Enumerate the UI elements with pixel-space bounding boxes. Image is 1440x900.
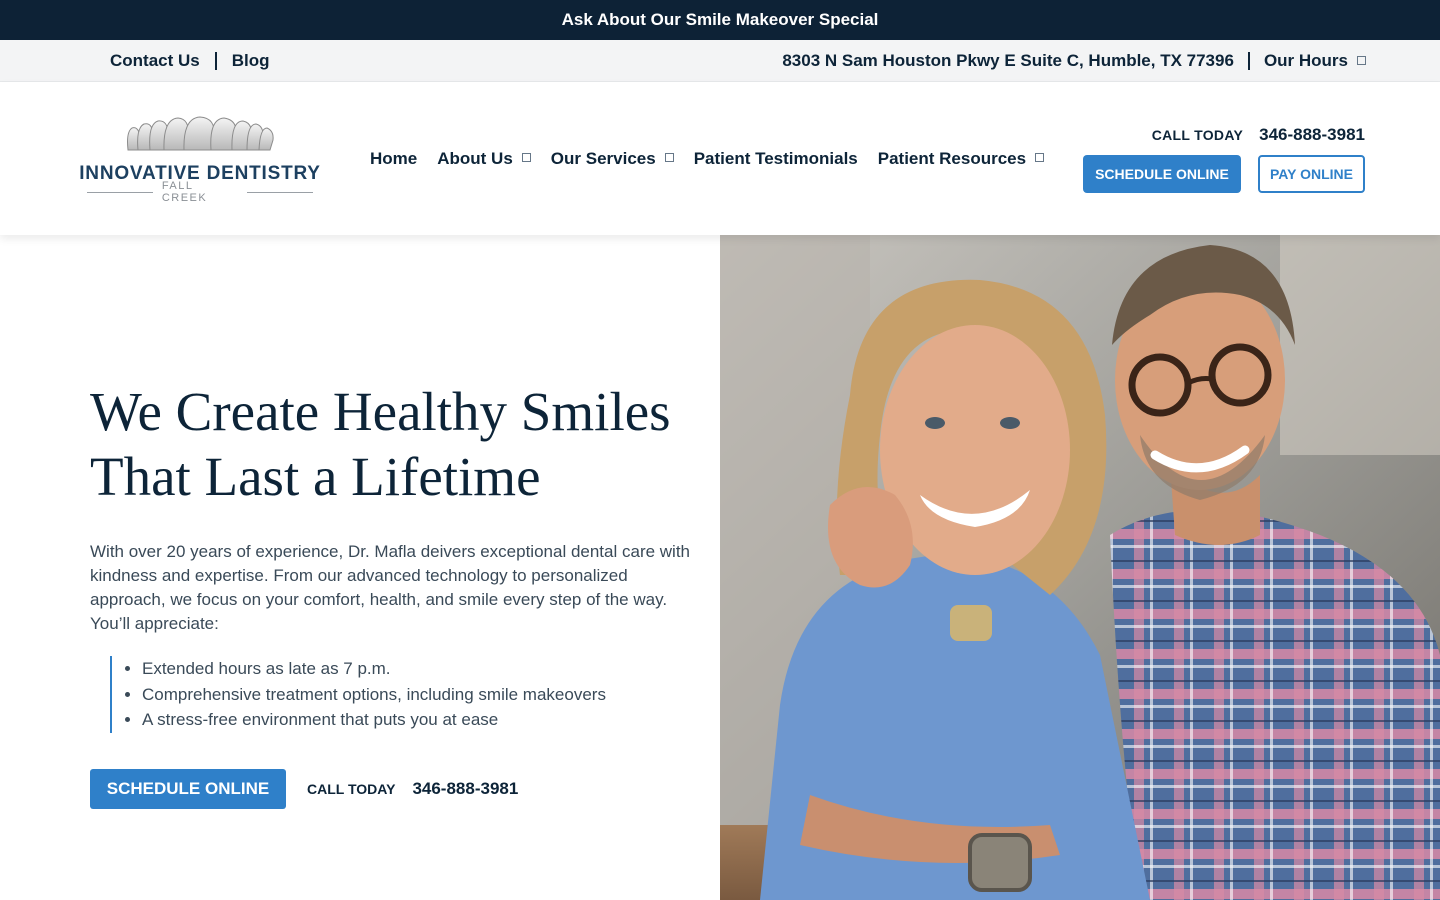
- utility-links: Contact Us Blog: [110, 40, 270, 82]
- logo-subtitle: FALL CREEK: [161, 180, 208, 204]
- list-item: Extended hours as late as 7 p.m.: [142, 656, 670, 682]
- nav-item-about-us[interactable]: About Us: [437, 149, 531, 169]
- chevron-down-icon: [1357, 56, 1366, 65]
- nav-item-home[interactable]: Home: [370, 149, 417, 169]
- hero-phone-link[interactable]: 346-888-3981: [412, 779, 518, 799]
- list-item: Comprehensive treatment options, includi…: [142, 682, 670, 708]
- header-call-row: CALL TODAY 346-888-3981: [1152, 125, 1365, 145]
- header-cta: CALL TODAY 346-888-3981 SCHEDULE ONLINE …: [1083, 82, 1365, 235]
- divider: [87, 191, 153, 193]
- hero-title: We Create Healthy Smiles That Last a Lif…: [90, 379, 710, 509]
- site-logo[interactable]: INNOVATIVE DENTISTRY FALL CREEK: [78, 116, 322, 204]
- hero-call-today-label: CALL TODAY: [307, 781, 396, 797]
- divider: [1247, 52, 1250, 70]
- contact-us-link[interactable]: Contact Us: [110, 51, 200, 71]
- call-today-label: CALL TODAY: [1151, 127, 1244, 143]
- hero-cta: SCHEDULE ONLINE CALL TODAY 346-888-3981: [90, 769, 518, 809]
- hero-content: We Create Healthy Smiles That Last a Lif…: [0, 235, 720, 900]
- utility-info: 8303 N Sam Houston Pkwy E Suite C, Humbl…: [782, 40, 1366, 82]
- nav-item-patient-testimonials[interactable]: Patient Testimonials: [694, 149, 858, 169]
- nav-item-label: About Us: [437, 148, 513, 168]
- chevron-down-icon: [1035, 153, 1045, 162]
- hero-schedule-online-button[interactable]: SCHEDULE ONLINE: [90, 769, 286, 809]
- site-header: INNOVATIVE DENTISTRY FALL CREEK Home Abo…: [0, 82, 1440, 235]
- blog-link[interactable]: Blog: [232, 51, 270, 71]
- main-nav: Home About Us Our Services Patient Testi…: [370, 82, 1064, 235]
- nav-item-label: Patient Testimonials: [693, 148, 858, 168]
- nav-item-label: Our Services: [550, 148, 656, 168]
- hero-title-line-1: We Create Healthy Smiles: [90, 381, 671, 442]
- hero-couple-photo: [720, 235, 1440, 900]
- nav-item-patient-resources[interactable]: Patient Resources: [877, 148, 1045, 169]
- logo-subtitle-row: FALL CREEK: [78, 180, 322, 204]
- promo-banner[interactable]: Ask About Our Smile Makeover Special: [0, 0, 1440, 40]
- our-hours-label: Our Hours: [1263, 51, 1348, 70]
- hero-description: With over 20 years of experience, Dr. Ma…: [90, 542, 691, 633]
- schedule-online-button[interactable]: SCHEDULE ONLINE: [1083, 155, 1241, 193]
- phone-link[interactable]: 346-888-3981: [1259, 125, 1365, 145]
- divider: [214, 52, 217, 70]
- teeth-logo-icon: [127, 116, 274, 151]
- nav-item-label: Patient Resources: [877, 148, 1027, 168]
- smiling-couple-illustration: [720, 235, 1440, 900]
- nav-item-our-services[interactable]: Our Services: [551, 149, 674, 169]
- hero-benefits-list: Extended hours as late as 7 p.m. Compreh…: [110, 656, 670, 733]
- chevron-down-icon: [664, 153, 674, 162]
- pay-online-button[interactable]: PAY ONLINE: [1258, 155, 1365, 193]
- chevron-down-icon: [521, 153, 531, 162]
- promo-text[interactable]: Ask About Our Smile Makeover Special: [562, 10, 879, 30]
- our-hours-toggle[interactable]: Our Hours: [1264, 51, 1366, 71]
- address-link[interactable]: 8303 N Sam Houston Pkwy E Suite C, Humbl…: [782, 51, 1234, 71]
- divider: [247, 191, 313, 193]
- nav-item-label: Home: [370, 148, 418, 168]
- list-item: A stress-free environment that puts you …: [142, 707, 670, 733]
- utility-bar: Contact Us Blog 8303 N Sam Houston Pkwy …: [0, 40, 1440, 82]
- hero-title-line-2: That Last a Lifetime: [90, 446, 541, 507]
